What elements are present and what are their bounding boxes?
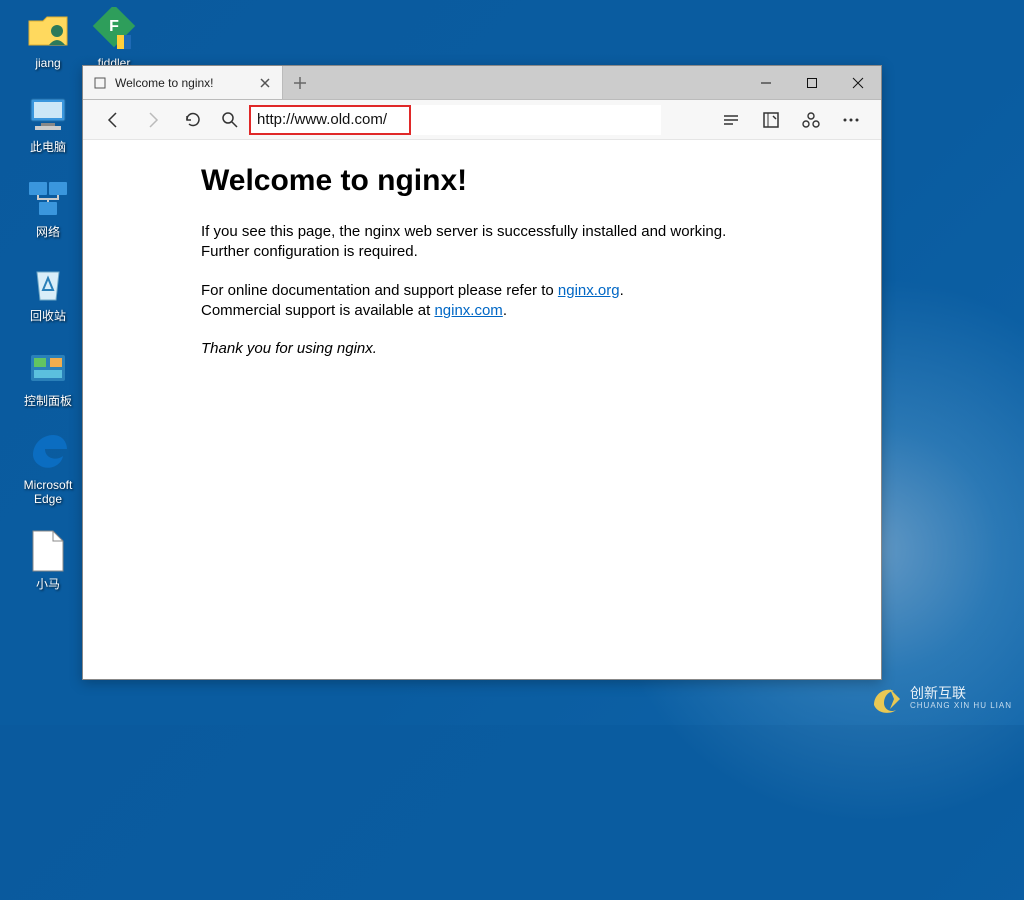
fiddler-app-icon: F [90, 6, 138, 54]
forward-button[interactable] [133, 103, 173, 137]
control-panel-icon [24, 344, 72, 392]
tab-bar: Welcome to nginx! [83, 66, 881, 100]
maximize-button[interactable] [789, 66, 835, 99]
nginx-org-link[interactable]: nginx.org [558, 282, 620, 299]
tab-title: Welcome to nginx! [115, 76, 250, 90]
desktop-icon-label: 小马 [36, 577, 60, 591]
share-icon[interactable] [791, 103, 831, 137]
edge-browser-window: Welcome to nginx! [82, 65, 882, 680]
desktop-icon-recycle-bin[interactable]: 回收站 [8, 259, 88, 323]
new-tab-button[interactable] [283, 66, 317, 99]
desktop-icon-xiaoma[interactable]: 小马 [8, 527, 88, 591]
desktop-icon-fiddler[interactable]: F fiddler [90, 6, 138, 70]
page-heading: Welcome to nginx! [201, 164, 763, 198]
browser-tab[interactable]: Welcome to nginx! [83, 66, 283, 99]
refresh-button[interactable] [173, 103, 213, 137]
back-button[interactable] [93, 103, 133, 137]
desktop-icon-control-panel[interactable]: 控制面板 [8, 344, 88, 408]
page-paragraph-2: For online documentation and support ple… [201, 281, 763, 322]
svg-text:F: F [109, 18, 119, 35]
desktop-icon-edge[interactable]: Microsoft Edge [8, 428, 88, 507]
minimize-button[interactable] [743, 66, 789, 99]
nginx-com-link[interactable]: nginx.com [434, 302, 502, 319]
desktop-icon-label: 此电脑 [30, 140, 66, 154]
recycle-bin-icon [24, 259, 72, 307]
watermark: 创新互联 CHUANG XIN HU LIAN [870, 681, 1012, 715]
close-window-button[interactable] [835, 66, 881, 99]
page-icon [93, 76, 107, 90]
window-controls [743, 66, 881, 99]
watermark-text: 创新互联 [910, 686, 1012, 701]
watermark-logo-icon [870, 681, 904, 715]
page-thanks: Thank you for using nginx. [201, 339, 763, 359]
page-paragraph-1: If you see this page, the nginx web serv… [201, 222, 763, 263]
browser-toolbar [83, 100, 881, 140]
notes-icon[interactable] [751, 103, 791, 137]
address-bar-extension[interactable] [411, 105, 661, 135]
user-folder-icon [24, 6, 72, 54]
address-bar[interactable] [257, 111, 403, 128]
network-icon [24, 175, 72, 223]
reading-view-icon[interactable] [711, 103, 751, 137]
close-tab-icon[interactable] [258, 76, 272, 90]
desktop-icon-label: 回收站 [30, 309, 66, 323]
desktop-icon-network[interactable]: 网络 [8, 175, 88, 239]
desktop-icon-this-pc[interactable]: 此电脑 [8, 90, 88, 154]
page-content: Welcome to nginx! If you see this page, … [83, 140, 881, 679]
search-icon[interactable] [213, 103, 247, 137]
desktop-icon-label: jiang [35, 56, 60, 70]
desktop-icon-user-folder[interactable]: jiang [8, 6, 88, 70]
file-icon [24, 527, 72, 575]
desktop-icon-label: 控制面板 [24, 394, 72, 408]
desktop-icon-label: Microsoft Edge [10, 478, 86, 507]
more-icon[interactable] [831, 103, 871, 137]
desktop-icons-column: jiang 此电脑 网络 回收站 控制面板 Microsoft Edge 小 [8, 6, 88, 591]
desktop-icon-label: 网络 [36, 225, 60, 239]
address-bar-highlight [249, 105, 411, 135]
edge-icon [24, 428, 72, 476]
watermark-subtext: CHUANG XIN HU LIAN [910, 701, 1012, 710]
computer-icon [24, 90, 72, 138]
